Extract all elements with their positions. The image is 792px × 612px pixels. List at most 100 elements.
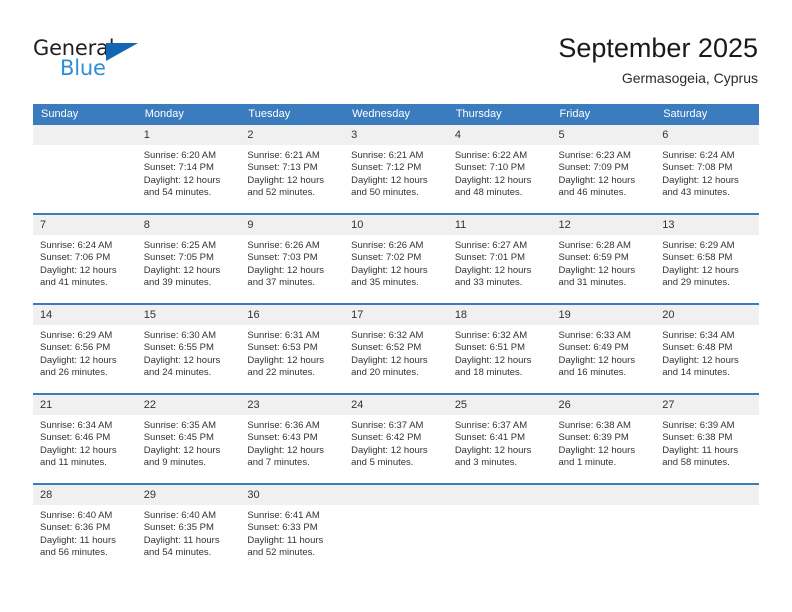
- calendar-day-cell[interactable]: 30 Sunrise: 6:41 AM Sunset: 6:33 PM Dayligh…: [240, 483, 345, 573]
- calendar-week-row: 14 Sunrise: 6:29 AM Sunset: 6:56 PM Dayligh…: [33, 303, 759, 394]
- day-cell-content: 19 Sunrise: 6:33 AM Sunset: 6:49 PM Dayligh…: [551, 305, 656, 393]
- day-number: 20: [655, 305, 759, 325]
- calendar-day-cell[interactable]: 6 Sunrise: 6:24 AM Sunset: 7:08 PM Daylight…: [655, 125, 759, 214]
- sunrise-text: Sunrise: 6:35 AM: [143, 420, 217, 431]
- daylight-text-line2: and 41 minutes.: [40, 277, 108, 289]
- sunrise-text: Sunrise: 6:39 AM: [662, 420, 735, 431]
- daylight-text-line2: and 52 minutes.: [247, 187, 316, 199]
- calendar-day-cell[interactable]: 23 Sunrise: 6:36 AM Sunset: 6:43 PM Dayligh…: [240, 393, 345, 484]
- day-details: Sunrise: 6:21 AM Sunset: 7:12 PM Daylight:…: [344, 145, 448, 200]
- sunrise-text: Sunrise: 6:20 AM: [143, 150, 217, 161]
- day-details: Sunrise: 6:29 AM Sunset: 6:58 PM Daylight:…: [655, 235, 759, 290]
- sunset-text: Sunset: 6:33 PM: [247, 522, 318, 534]
- daylight-text-line2: and 58 minutes.: [662, 457, 730, 469]
- daylight-text-line2: and 11 minutes.: [40, 457, 107, 469]
- day-number: 1: [136, 125, 241, 145]
- calendar-day-cell[interactable]: 12 Sunrise: 6:28 AM Sunset: 6:59 PM Dayligh…: [551, 213, 656, 304]
- weekday-header-monday: Monday: [136, 104, 241, 125]
- day-cell-content: [655, 485, 759, 573]
- page-subtitle: Germasogeia, Cyprus: [621, 70, 758, 86]
- day-cell-content: 10 Sunrise: 6:26 AM Sunset: 7:02 PM Dayligh…: [344, 215, 448, 303]
- sunrise-text: Sunrise: 6:29 AM: [662, 240, 735, 251]
- day-cell-content: 6 Sunrise: 6:24 AM Sunset: 7:08 PM Daylight…: [655, 125, 759, 213]
- day-number: 29: [136, 485, 241, 505]
- calendar-day-cell[interactable]: 29 Sunrise: 6:40 AM Sunset: 6:35 PM Dayligh…: [136, 483, 241, 573]
- calendar-day-cell[interactable]: [344, 483, 448, 573]
- calendar-day-cell[interactable]: 4 Sunrise: 6:22 AM Sunset: 7:10 PM Daylight…: [447, 125, 552, 214]
- day-number: [655, 485, 759, 505]
- sunset-text: Sunset: 7:08 PM: [662, 162, 733, 174]
- calendar-day-cell[interactable]: 5 Sunrise: 6:23 AM Sunset: 7:09 PM Daylight…: [551, 125, 656, 214]
- day-details: Sunrise: 6:26 AM Sunset: 7:02 PM Daylight:…: [344, 235, 448, 290]
- calendar-day-cell[interactable]: 16 Sunrise: 6:31 AM Sunset: 6:53 PM Dayligh…: [240, 303, 345, 394]
- calendar-day-cell[interactable]: 22 Sunrise: 6:35 AM Sunset: 6:45 PM Dayligh…: [136, 393, 241, 484]
- daylight-text-line1: Daylight: 12 hours: [143, 174, 221, 186]
- calendar-day-cell[interactable]: [33, 125, 137, 214]
- daylight-text-line1: Daylight: 11 hours: [247, 534, 324, 546]
- daylight-text-line2: and 7 minutes.: [247, 457, 310, 469]
- calendar-day-cell[interactable]: 18 Sunrise: 6:32 AM Sunset: 6:51 PM Dayligh…: [447, 303, 552, 394]
- daylight-text-line1: Daylight: 12 hours: [454, 444, 532, 456]
- calendar-day-cell[interactable]: [447, 483, 552, 573]
- day-number: 8: [136, 215, 241, 235]
- day-cell-content: [551, 485, 656, 573]
- calendar-day-cell[interactable]: 15 Sunrise: 6:30 AM Sunset: 6:55 PM Dayligh…: [136, 303, 241, 394]
- calendar-day-cell[interactable]: 8 Sunrise: 6:25 AM Sunset: 7:05 PM Daylight…: [136, 213, 241, 304]
- day-number: 10: [344, 215, 448, 235]
- daylight-text-line2: and 39 minutes.: [143, 277, 212, 289]
- calendar-day-cell[interactable]: 2 Sunrise: 6:21 AM Sunset: 7:13 PM Daylight…: [240, 125, 345, 214]
- calendar-day-cell[interactable]: 20 Sunrise: 6:34 AM Sunset: 6:48 PM Dayligh…: [655, 303, 759, 394]
- daylight-text-line1: Daylight: 12 hours: [454, 354, 532, 366]
- calendar-day-cell[interactable]: 13 Sunrise: 6:29 AM Sunset: 6:58 PM Dayligh…: [655, 213, 759, 304]
- day-number: 27: [655, 395, 759, 415]
- sunset-text: Sunset: 6:43 PM: [247, 432, 318, 444]
- calendar-day-cell[interactable]: [655, 483, 759, 573]
- calendar-day-cell[interactable]: 19 Sunrise: 6:33 AM Sunset: 6:49 PM Dayligh…: [551, 303, 656, 394]
- daylight-text-line2: and 14 minutes.: [662, 367, 730, 379]
- day-cell-content: 16 Sunrise: 6:31 AM Sunset: 6:53 PM Dayligh…: [240, 305, 345, 393]
- calendar-day-cell[interactable]: 24 Sunrise: 6:37 AM Sunset: 6:42 PM Dayligh…: [344, 393, 448, 484]
- day-cell-content: 26 Sunrise: 6:38 AM Sunset: 6:39 PM Dayligh…: [551, 395, 656, 483]
- day-cell-content: 17 Sunrise: 6:32 AM Sunset: 6:52 PM Dayligh…: [344, 305, 448, 393]
- calendar-day-cell[interactable]: 28 Sunrise: 6:40 AM Sunset: 6:36 PM Dayligh…: [33, 483, 137, 573]
- day-details: Sunrise: 6:24 AM Sunset: 7:06 PM Daylight:…: [33, 235, 137, 290]
- sunset-text: Sunset: 7:13 PM: [247, 162, 318, 174]
- sunrise-text: Sunrise: 6:31 AM: [247, 330, 320, 341]
- calendar-day-cell[interactable]: 25 Sunrise: 6:37 AM Sunset: 6:41 PM Dayligh…: [447, 393, 552, 484]
- calendar-week-row: 21 Sunrise: 6:34 AM Sunset: 6:46 PM Dayligh…: [33, 393, 759, 484]
- day-cell-content: 8 Sunrise: 6:25 AM Sunset: 7:05 PM Daylight…: [136, 215, 241, 303]
- calendar-day-cell[interactable]: 7 Sunrise: 6:24 AM Sunset: 7:06 PM Daylight…: [33, 213, 137, 304]
- calendar-day-cell[interactable]: [551, 483, 656, 573]
- calendar-day-cell[interactable]: 27 Sunrise: 6:39 AM Sunset: 6:38 PM Dayligh…: [655, 393, 759, 484]
- sunrise-text: Sunrise: 6:32 AM: [454, 330, 528, 341]
- day-details: Sunrise: 6:41 AM Sunset: 6:33 PM Daylight:…: [240, 505, 344, 560]
- calendar-day-cell[interactable]: 21 Sunrise: 6:34 AM Sunset: 6:46 PM Dayligh…: [33, 393, 137, 484]
- calendar-day-cell[interactable]: 11 Sunrise: 6:27 AM Sunset: 7:01 PM Dayligh…: [447, 213, 552, 304]
- sunset-text: Sunset: 6:51 PM: [454, 342, 526, 354]
- day-number: 21: [33, 395, 137, 415]
- daylight-text-line2: and 29 minutes.: [662, 277, 730, 289]
- calendar-body: 1 Sunrise: 6:20 AM Sunset: 7:14 PM Daylight…: [33, 125, 759, 573]
- day-cell-content: 5 Sunrise: 6:23 AM Sunset: 7:09 PM Daylight…: [551, 125, 656, 213]
- day-cell-content: 20 Sunrise: 6:34 AM Sunset: 6:48 PM Dayligh…: [655, 305, 759, 393]
- sunrise-text: Sunrise: 6:41 AM: [247, 510, 320, 521]
- daylight-text-line1: Daylight: 12 hours: [247, 444, 324, 456]
- general-blue-logo[interactable]: General Blue: [33, 38, 173, 84]
- sunrise-text: Sunrise: 6:24 AM: [40, 240, 113, 251]
- daylight-text-line1: Daylight: 12 hours: [454, 264, 532, 276]
- sunset-text: Sunset: 7:01 PM: [454, 252, 526, 264]
- day-number: 14: [33, 305, 137, 325]
- calendar-day-cell[interactable]: 10 Sunrise: 6:26 AM Sunset: 7:02 PM Dayligh…: [344, 213, 448, 304]
- calendar-day-cell[interactable]: 14 Sunrise: 6:29 AM Sunset: 6:56 PM Dayligh…: [33, 303, 137, 394]
- calendar-day-cell[interactable]: 17 Sunrise: 6:32 AM Sunset: 6:52 PM Dayligh…: [344, 303, 448, 394]
- day-number: 7: [33, 215, 137, 235]
- sunset-text: Sunset: 6:36 PM: [40, 522, 111, 534]
- calendar-day-cell[interactable]: 1 Sunrise: 6:20 AM Sunset: 7:14 PM Daylight…: [136, 125, 241, 214]
- daylight-text-line1: Daylight: 12 hours: [40, 444, 117, 456]
- calendar-day-cell[interactable]: 3 Sunrise: 6:21 AM Sunset: 7:12 PM Daylight…: [344, 125, 448, 214]
- calendar-day-cell[interactable]: 9 Sunrise: 6:26 AM Sunset: 7:03 PM Daylight…: [240, 213, 345, 304]
- sunset-text: Sunset: 7:14 PM: [143, 162, 214, 174]
- day-details: Sunrise: 6:38 AM Sunset: 6:39 PM Daylight:…: [552, 415, 656, 470]
- daylight-text-line1: Daylight: 12 hours: [558, 174, 636, 186]
- calendar-day-cell[interactable]: 26 Sunrise: 6:38 AM Sunset: 6:39 PM Dayligh…: [551, 393, 656, 484]
